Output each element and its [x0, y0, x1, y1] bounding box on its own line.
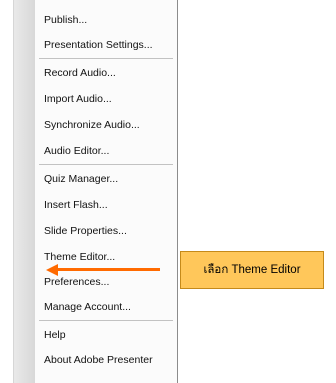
menu-item-quiz-manager[interactable]: Quiz Manager...	[35, 169, 177, 189]
menu-icon-gutter	[14, 0, 35, 383]
callout-text: เลือก Theme Editor	[203, 264, 301, 276]
presenter-dropdown-menu: Publish... Presentation Settings... Reco…	[13, 0, 178, 383]
pointer-arrow-shaft	[57, 268, 160, 271]
menu-item-help[interactable]: Help	[35, 325, 177, 345]
menu-item-synchronize-audio[interactable]: Synchronize Audio...	[35, 115, 177, 135]
menu-separator	[39, 320, 173, 321]
menu-item-insert-flash[interactable]: Insert Flash...	[35, 195, 177, 215]
menu-separator	[39, 58, 173, 59]
menu-item-manage-account[interactable]: Manage Account...	[35, 297, 177, 317]
menu-item-import-audio[interactable]: Import Audio...	[35, 89, 177, 109]
menu-item-publish[interactable]: Publish...	[35, 10, 177, 30]
menu-item-about[interactable]: About Adobe Presenter	[35, 350, 177, 370]
menu-item-audio-editor[interactable]: Audio Editor...	[35, 141, 177, 161]
menu-item-presentation-settings[interactable]: Presentation Settings...	[35, 35, 177, 55]
pointer-arrow-icon	[46, 264, 58, 276]
instruction-callout: เลือก Theme Editor	[180, 251, 324, 289]
menu-item-slide-properties[interactable]: Slide Properties...	[35, 221, 177, 241]
menu-item-record-audio[interactable]: Record Audio...	[35, 63, 177, 83]
menu-separator	[39, 164, 173, 165]
